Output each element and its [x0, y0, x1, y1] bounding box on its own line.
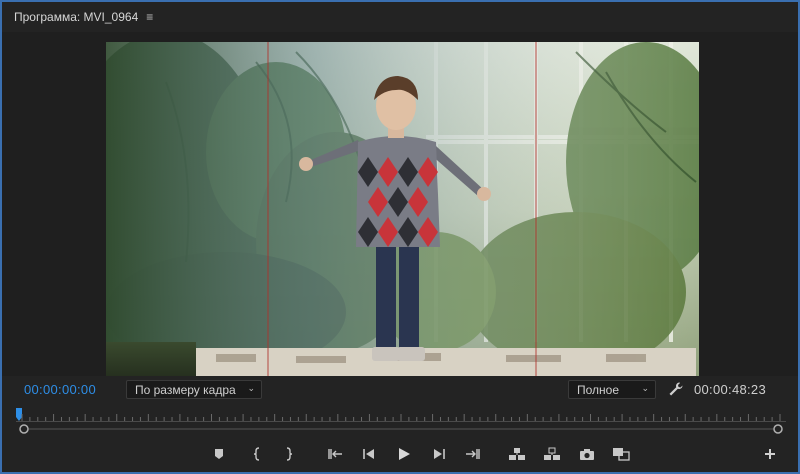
program-monitor-panel: Программа: MVI_0964 ≡ 00:00:00:00 По раз… [0, 0, 800, 474]
lift-icon[interactable] [506, 444, 528, 464]
scrollbar-left-handle [19, 424, 29, 434]
scrollbar-right-handle [773, 424, 783, 434]
add-marker-icon[interactable] [208, 444, 230, 464]
video-viewer[interactable] [2, 32, 798, 376]
chevron-down-icon: ⌄ [247, 383, 255, 393]
zoom-scrollbar[interactable] [16, 422, 786, 436]
go-to-in-icon[interactable] [324, 444, 346, 464]
zoom-fit-value: По размеру кадра [135, 383, 236, 397]
playback-resolution-select[interactable]: Полное ⌄ [568, 380, 656, 399]
monitor-controls-row: 00:00:00:00 По размеру кадра ⌄ Полное ⌄ … [2, 378, 798, 402]
current-timecode[interactable]: 00:00:00:00 [24, 382, 96, 397]
panel-header: Программа: MVI_0964 ≡ [2, 2, 798, 32]
time-ruler[interactable] [16, 408, 786, 422]
wrench-icon[interactable] [668, 381, 684, 397]
step-forward-icon[interactable] [428, 444, 450, 464]
playhead-marker [16, 408, 22, 417]
step-back-icon[interactable] [358, 444, 380, 464]
video-frame-image [106, 42, 699, 376]
hamburger-icon[interactable]: ≡ [146, 10, 153, 24]
play-icon[interactable] [393, 444, 415, 464]
chevron-down-icon: ⌄ [641, 383, 649, 393]
extract-icon[interactable] [541, 444, 563, 464]
duration-timecode: 00:00:48:23 [694, 382, 766, 397]
video-frame [106, 42, 699, 376]
mark-out-icon[interactable] [278, 444, 300, 464]
compare-view-icon[interactable] [610, 444, 632, 464]
playback-resolution-value: Полное [577, 383, 620, 397]
export-frame-icon[interactable] [576, 444, 598, 464]
add-button-icon[interactable] [759, 444, 781, 464]
zoom-fit-select[interactable]: По размеру кадра ⌄ [126, 380, 262, 399]
panel-title[interactable]: Программа: MVI_0964 [14, 10, 138, 24]
transport-controls [2, 442, 798, 468]
go-to-out-icon[interactable] [462, 444, 484, 464]
mark-in-icon[interactable] [246, 444, 268, 464]
